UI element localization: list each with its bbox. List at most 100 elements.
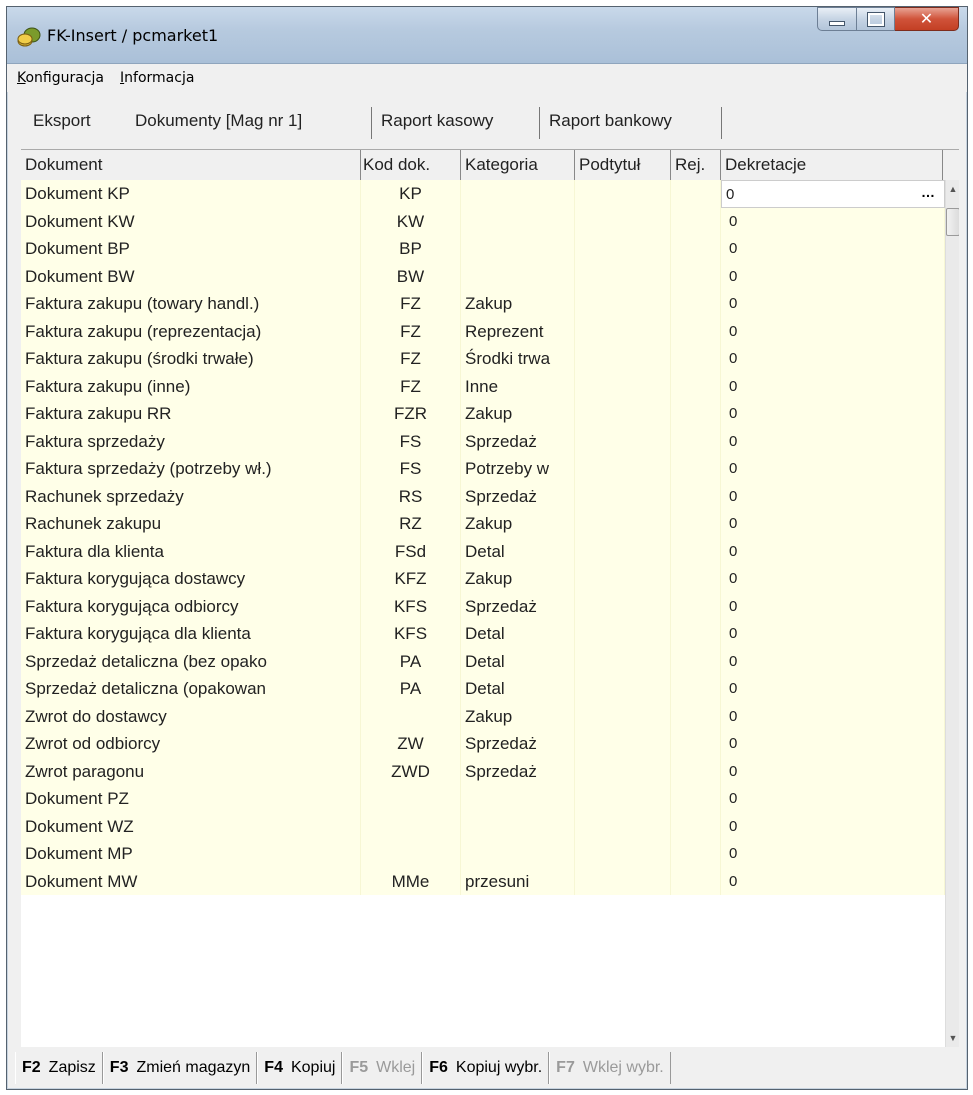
cell-text: FS: [399, 459, 422, 478]
cell-dekretacje[interactable]: 0: [721, 427, 945, 455]
table-row[interactable]: Dokument BP BP 0: [21, 235, 945, 263]
f5-button[interactable]: F5 Wklej: [342, 1052, 423, 1084]
cell-rej: [671, 867, 721, 895]
cell-text: Dokument WZ: [25, 816, 134, 836]
cell-dekretacje[interactable]: 0: [721, 207, 945, 235]
close-button[interactable]: ✕: [895, 7, 959, 31]
table-row[interactable]: Dokument BW BW 0: [21, 262, 945, 290]
cell-kod-dok: FZ: [361, 317, 461, 345]
tab-raport-bankowy[interactable]: Raport bankowy: [545, 105, 676, 137]
cell-text: 0: [729, 377, 738, 395]
table-row[interactable]: Zwrot do dostawcy Zakup 0: [21, 702, 945, 730]
menu-konfiguracja[interactable]: Konfiguracja: [11, 70, 110, 86]
table-row[interactable]: Rachunek zakupu RZ Zakup 0: [21, 510, 945, 538]
table-row[interactable]: Zwrot paragonu ZWD Sprzedaż 0: [21, 757, 945, 785]
header-rej[interactable]: Rej.: [671, 150, 721, 180]
table-row[interactable]: Dokument KW KW 0: [21, 207, 945, 235]
tab-dokumenty[interactable]: Dokumenty [Mag nr 1]: [131, 99, 307, 143]
f3-button[interactable]: F3 Zmień magazyn: [102, 1052, 258, 1084]
table-row[interactable]: Dokument MW MMe przesuni 0: [21, 867, 945, 895]
cell-dekretacje[interactable]: 0: [721, 482, 945, 510]
tab-eksport[interactable]: Eksport: [29, 105, 95, 137]
cell-text: Sprzedaż detaliczna (bez opako: [25, 651, 267, 671]
table-row[interactable]: Faktura korygująca dla klienta KFS Detal 0: [21, 620, 945, 648]
header-kod-dok[interactable]: Kod dok.: [361, 150, 461, 180]
cell-dekretacje[interactable]: 0: [721, 867, 945, 895]
cell-dekretacje[interactable]: 0: [721, 592, 945, 620]
cell-dekretacje[interactable]: 0: [721, 812, 945, 840]
header-dekretacje[interactable]: Dekretacje: [721, 150, 943, 180]
f6-button[interactable]: F6 Kopiuj wybr.: [422, 1052, 550, 1084]
cell-text: Środki trwa: [465, 349, 551, 368]
table-row[interactable]: Faktura zakupu (inne) FZ Inne 0: [21, 372, 945, 400]
cell-dekretacje[interactable]: 0: [721, 235, 945, 263]
cell-dekretacje[interactable]: 0: [721, 757, 945, 785]
table-row[interactable]: Sprzedaż detaliczna (bez opako PA Detal 0: [21, 647, 945, 675]
cell-dekretacje[interactable]: 0: [721, 317, 945, 345]
table-row[interactable]: Faktura zakupu (środki trwałe) FZ Środki t…: [21, 345, 945, 373]
cell-dekretacje[interactable]: 0: [721, 702, 945, 730]
cell-dokument: Zwrot paragonu: [21, 757, 361, 785]
minimize-button[interactable]: [817, 7, 857, 31]
table-row[interactable]: Zwrot od odbiorcy ZW Sprzedaż 0: [21, 730, 945, 758]
table-row[interactable]: Faktura zakupu RR FZR Zakup 0: [21, 400, 945, 428]
cell-dekretacje[interactable]: 0: [721, 290, 945, 318]
scroll-up-icon[interactable]: ▲: [948, 184, 958, 194]
cell-dekretacje[interactable]: 0: [721, 785, 945, 813]
table-row[interactable]: Sprzedaż detaliczna (opakowan PA Detal 0: [21, 675, 945, 703]
table-row[interactable]: Dokument PZ 0: [21, 785, 945, 813]
table-row[interactable]: Dokument MP 0: [21, 840, 945, 868]
cell-text: Sprzedaż: [465, 431, 537, 451]
cell-dekretacje[interactable]: 0: [721, 372, 945, 400]
cell-dekretacje[interactable]: 0: [721, 565, 945, 593]
cell-dekretacje[interactable]: 0…: [721, 180, 945, 208]
cell-dekretacje[interactable]: 0: [721, 345, 945, 373]
fkey-label: Kopiuj: [290, 1059, 336, 1076]
cell-dekretacje[interactable]: 0: [721, 840, 945, 868]
cell-dokument: Dokument KW: [21, 207, 361, 235]
cell-podtytul: [575, 372, 671, 400]
cell-text: Faktura sprzedaży: [25, 431, 165, 451]
cell-dekretacje[interactable]: 0: [721, 537, 945, 565]
header-podtytul[interactable]: Podtytuł: [575, 150, 671, 180]
table-row[interactable]: Faktura korygująca dostawcy KFZ Zakup 0: [21, 565, 945, 593]
f2-button[interactable]: F2 Zapisz: [15, 1052, 103, 1084]
table-row[interactable]: Faktura sprzedaży (potrzeby wł.) FS Potrze…: [21, 455, 945, 483]
cell-dekretacje[interactable]: 0: [721, 620, 945, 648]
table-row[interactable]: Dokument WZ 0: [21, 812, 945, 840]
f4-button[interactable]: F4 Kopiuj: [257, 1052, 343, 1084]
maximize-button[interactable]: [857, 7, 895, 31]
table-row[interactable]: Dokument KP KP 0…: [21, 180, 945, 208]
scrollbar-thumb[interactable]: [946, 208, 959, 236]
tab-raport-kasowy[interactable]: Raport kasowy: [377, 105, 497, 137]
menu-informacja[interactable]: Informacja: [114, 70, 200, 86]
documents-grid: Dokument Kod dok. Kategoria Podtytuł Rej. Dek…: [21, 149, 959, 1047]
cell-text: Faktura sprzedaży (potrzeby wł.): [25, 459, 272, 478]
ellipsis-button[interactable]: …: [918, 184, 938, 204]
cell-dekretacje[interactable]: 0: [721, 510, 945, 538]
cell-dekretacje[interactable]: 0: [721, 730, 945, 758]
cell-dekretacje[interactable]: 0: [721, 262, 945, 290]
cell-dekretacje[interactable]: 0: [721, 647, 945, 675]
table-row[interactable]: Faktura sprzedaży FS Sprzedaż 0: [21, 427, 945, 455]
cell-podtytul: [575, 812, 671, 840]
cell-dekretacje[interactable]: 0: [721, 675, 945, 703]
header-dokument[interactable]: Dokument: [21, 150, 361, 180]
vertical-scrollbar[interactable]: ▲ ▼: [945, 180, 959, 1047]
cell-text: ZW: [397, 734, 424, 753]
table-row[interactable]: Faktura korygująca odbiorcy KFS Sprzedaż 0: [21, 592, 945, 620]
cell-text: PA: [399, 679, 422, 698]
header-kategoria[interactable]: Kategoria: [461, 150, 575, 180]
table-row[interactable]: Faktura zakupu (reprezentacja) FZ Reprezen…: [21, 317, 945, 345]
cell-dekretacje[interactable]: 0: [721, 455, 945, 483]
cell-podtytul: [575, 262, 671, 290]
title-bar[interactable]: FK-Insert / pcmarket1 ✕: [7, 7, 967, 64]
cell-dekretacje[interactable]: 0: [721, 400, 945, 428]
cell-rej: [671, 647, 721, 675]
f7-button[interactable]: F7 Wklej wybr.: [549, 1052, 671, 1084]
cell-text: 0: [729, 240, 738, 257]
scroll-down-icon[interactable]: ▼: [948, 1033, 958, 1043]
table-row[interactable]: Rachunek sprzedaży RS Sprzedaż 0: [21, 482, 945, 510]
table-row[interactable]: Faktura dla klienta FSd Detal 0: [21, 537, 945, 565]
table-row[interactable]: Faktura zakupu (towary handl.) FZ Zakup 0: [21, 290, 945, 318]
